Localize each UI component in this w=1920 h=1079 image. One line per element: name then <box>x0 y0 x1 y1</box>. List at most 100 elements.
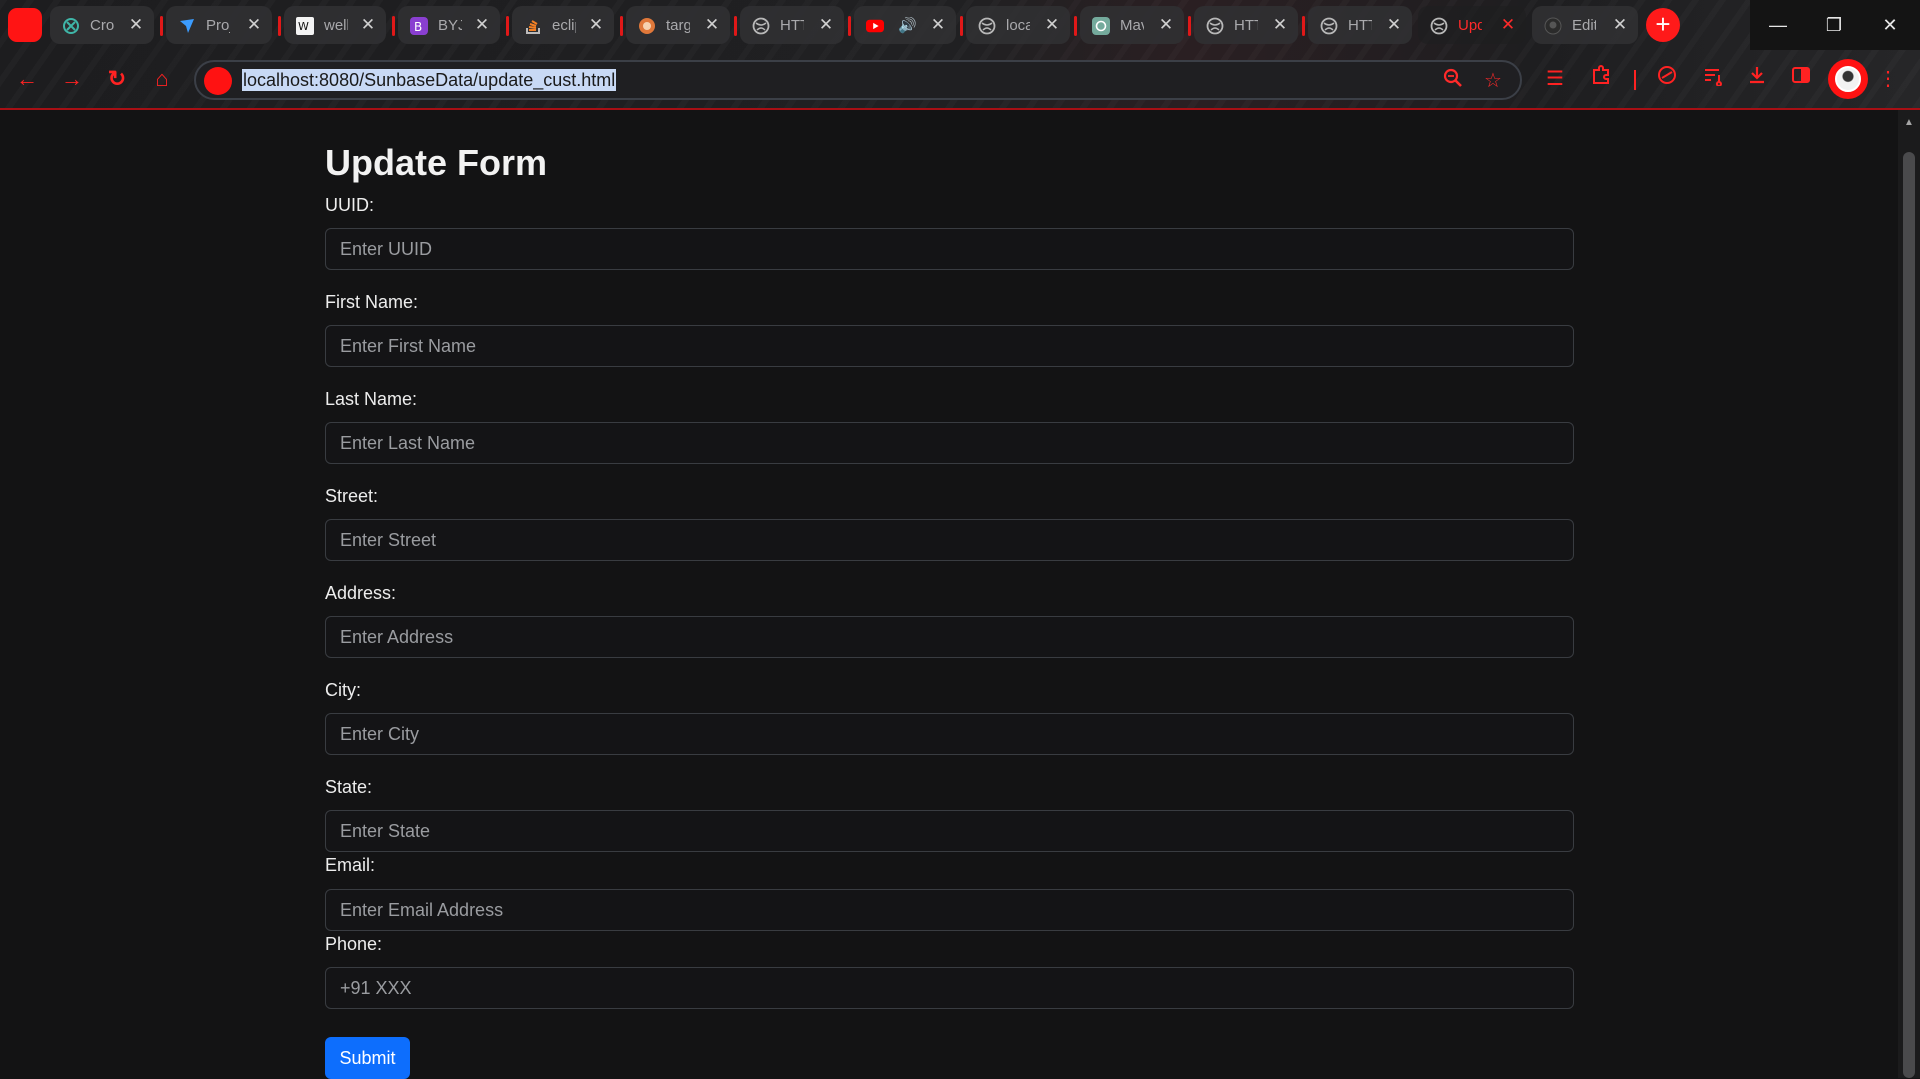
extension-puzzle-icon[interactable] <box>1586 64 1616 94</box>
svg-text:W: W <box>298 20 309 33</box>
browser-toolbar: ← → ↻ ⌂ localhost:8080/SunbaseData/updat… <box>0 50 1920 108</box>
address-input[interactable] <box>325 616 1574 658</box>
last-name-input[interactable] <box>325 422 1574 464</box>
tab-separator <box>1302 16 1305 36</box>
tab-9[interactable]: Mav ✕ <box>1080 6 1184 44</box>
byjus-icon: B <box>410 17 428 35</box>
url-text[interactable]: localhost:8080/SunbaseData/update_cust.h… <box>242 69 617 91</box>
page-title: Update Form <box>325 142 548 183</box>
reading-list-icon[interactable]: ☰ <box>1540 64 1570 94</box>
tab-title: HTT <box>780 17 804 34</box>
tab-4[interactable]: eclip ✕ <box>512 6 614 44</box>
uuid-input[interactable] <box>325 228 1574 270</box>
address-label: Address: <box>325 583 397 603</box>
youtube-icon <box>866 17 884 35</box>
submit-button[interactable]: Submit <box>325 1037 410 1079</box>
tab-title: HTT <box>1234 17 1258 34</box>
close-icon[interactable]: ✕ <box>1158 15 1174 35</box>
tab-3[interactable]: B BYJU ✕ <box>398 6 500 44</box>
zoom-icon[interactable] <box>1440 68 1466 94</box>
tab-separator <box>620 16 623 36</box>
close-icon[interactable]: ✕ <box>1500 15 1516 35</box>
close-icon[interactable]: ✕ <box>1612 15 1628 35</box>
close-icon[interactable]: ✕ <box>1386 15 1402 35</box>
page-content: Update Form UUID: First Name: Last Name:… <box>0 110 1898 1079</box>
close-icon[interactable]: ✕ <box>474 15 490 35</box>
email-label: Email: <box>325 855 376 875</box>
tab-2[interactable]: W well ✕ <box>284 6 386 44</box>
side-panel-icon[interactable] <box>1786 64 1816 94</box>
audio-playing-icon[interactable]: 🔊 <box>898 17 918 35</box>
state-input[interactable] <box>325 810 1574 852</box>
close-icon[interactable]: ✕ <box>818 15 834 35</box>
forward-arrow-icon[interactable]: → <box>57 64 87 94</box>
browser-logo-icon[interactable] <box>8 8 42 42</box>
page-scrollbar[interactable]: ▲ <box>1898 110 1920 1078</box>
close-icon[interactable]: ✕ <box>360 15 376 35</box>
close-icon[interactable]: ✕ <box>930 15 946 35</box>
city-label: City: <box>325 680 361 700</box>
tab-title: eclip <box>552 17 576 34</box>
reload-icon[interactable]: ↻ <box>102 64 132 94</box>
back-arrow-icon[interactable]: ← <box>12 64 42 94</box>
tab-0[interactable]: Cro ✕ <box>50 6 154 44</box>
tab-5[interactable]: targ ✕ <box>626 6 730 44</box>
tab-separator <box>734 16 737 36</box>
tab-11[interactable]: HTT ✕ <box>1308 6 1412 44</box>
city-input[interactable] <box>325 713 1574 755</box>
browser-chrome: Cro ✕ Proj ✕ W well ✕ B BYJU <box>0 0 1920 110</box>
tab-6[interactable]: HTT ✕ <box>740 6 844 44</box>
media-control-icon[interactable] <box>1698 64 1728 94</box>
street-label: Street: <box>325 486 379 506</box>
tab-title: Cro <box>90 17 114 34</box>
first-name-input[interactable] <box>325 325 1574 367</box>
scroll-thumb[interactable] <box>1903 152 1915 1078</box>
globe-icon <box>752 17 770 35</box>
restore-icon[interactable]: ❐ <box>1806 0 1862 50</box>
tab-separator <box>506 16 509 36</box>
close-icon[interactable]: ✕ <box>1044 15 1060 35</box>
download-icon[interactable] <box>1742 64 1772 94</box>
close-window-icon[interactable]: ✕ <box>1862 0 1918 50</box>
tab-title: Upd <box>1458 17 1482 34</box>
close-icon[interactable]: ✕ <box>588 15 604 35</box>
profile-avatar[interactable] <box>1828 59 1868 99</box>
site-info-icon[interactable] <box>204 67 232 95</box>
w-icon: W <box>296 17 314 35</box>
tab-separator <box>1074 16 1077 36</box>
close-icon[interactable]: ✕ <box>704 15 720 35</box>
tab-1[interactable]: Proj ✕ <box>166 6 272 44</box>
tab-12-active[interactable]: Upd ✕ <box>1418 6 1526 44</box>
minimize-icon[interactable]: — <box>1750 0 1806 50</box>
close-icon[interactable]: ✕ <box>246 15 262 35</box>
scroll-up-arrow-icon[interactable]: ▲ <box>1898 114 1920 132</box>
new-tab-button[interactable]: + <box>1646 8 1680 42</box>
tab-title: BYJU <box>438 17 462 34</box>
globe-icon <box>1430 17 1448 35</box>
tab-title: Proj <box>206 17 230 34</box>
tab-separator <box>1188 16 1191 36</box>
toolbar-divider <box>1634 70 1636 90</box>
close-icon[interactable]: ✕ <box>128 15 144 35</box>
address-bar[interactable]: localhost:8080/SunbaseData/update_cust.h… <box>194 60 1522 100</box>
street-input[interactable] <box>325 519 1574 561</box>
tab-7[interactable]: 🔊 ✕ <box>854 6 956 44</box>
crossref-icon <box>62 17 80 35</box>
bird-icon <box>178 17 196 35</box>
email-input[interactable] <box>325 889 1574 931</box>
home-icon[interactable]: ⌂ <box>147 64 177 94</box>
tab-separator <box>392 16 395 36</box>
tab-title: Mav <box>1120 17 1144 34</box>
tab-13[interactable]: Edit ✕ <box>1532 6 1638 44</box>
uuid-label: UUID: <box>325 195 374 215</box>
menu-kebab-icon[interactable]: ⋮ <box>1878 64 1898 94</box>
state-label: State: <box>325 777 373 797</box>
close-icon[interactable]: ✕ <box>1272 15 1288 35</box>
bookmark-star-icon[interactable]: ☆ <box>1480 68 1506 94</box>
phone-label: Phone: <box>325 934 383 954</box>
tab-title: Edit <box>1572 17 1596 34</box>
extension-icon[interactable] <box>1652 64 1682 94</box>
tab-10[interactable]: HTT ✕ <box>1194 6 1298 44</box>
phone-input[interactable] <box>325 967 1574 1009</box>
tab-8[interactable]: loca ✕ <box>966 6 1070 44</box>
